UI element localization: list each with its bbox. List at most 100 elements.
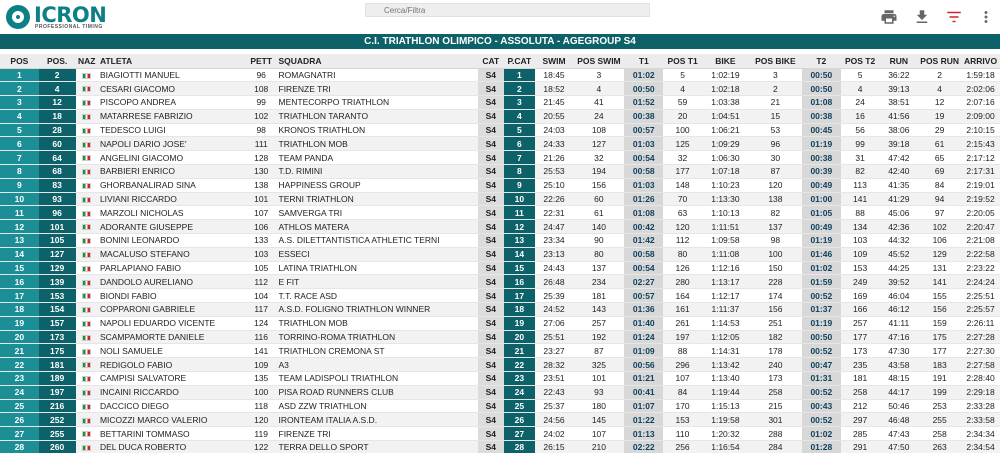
column-header-run[interactable]: RUN xyxy=(879,54,919,69)
table-row[interactable]: 9 83 GHORBANALIRAD SINA 138 HAPPINESS GROUP S… xyxy=(0,178,1000,193)
cell-pos-bike: 100 xyxy=(748,247,802,262)
column-header-bike[interactable]: BIKE xyxy=(701,54,749,69)
column-header-squadra[interactable]: SQUADRA xyxy=(276,54,478,69)
filter-icon[interactable] xyxy=(945,8,963,26)
column-header-pos[interactable]: POS xyxy=(0,54,39,69)
table-row[interactable]: 11 96 MARZOLI NICHOLAS 107 SAMVERGA TRI S4 11 2… xyxy=(0,205,1000,221)
table-row[interactable]: 16 139 DANDOLO AURELIANO 112 E FIT S4 16 26:48 2… xyxy=(0,274,1000,290)
cell-pett: 118 xyxy=(245,399,277,414)
column-header-pos-overall[interactable]: POS. xyxy=(38,54,76,69)
cell-atleta[interactable]: BETTARINI TOMMASO xyxy=(97,426,246,442)
cell-atleta[interactable]: BONINI LEONARDO xyxy=(97,233,246,248)
print-icon[interactable] xyxy=(880,8,898,26)
table-row[interactable]: 17 153 BIONDI FABIO 104 T.T. RACE ASD S4 17 25:… xyxy=(0,288,1000,304)
cell-t2: 01:59 xyxy=(801,274,841,290)
cell-atleta[interactable]: SCAMPAMORTE DANIELE xyxy=(97,330,246,345)
cell-pos-swim: 80 xyxy=(573,247,625,262)
table-row[interactable]: 4 18 MATARRESE FABRIZIO 102 TRIATHLON TARANT… xyxy=(0,109,1000,124)
table-row[interactable]: 14 127 MACALUSO STEFANO 103 ESSECI S4 14 23:13 8… xyxy=(0,247,1000,262)
cell-atleta[interactable]: ANGELINI GIACOMO xyxy=(97,150,246,166)
table-row[interactable]: 3 12 PISCOPO ANDREA 99 MENTECORPO TRIATHLON S… xyxy=(0,95,1000,110)
table-row[interactable]: 13 105 BONINI LEONARDO 133 A.S. DILETTANTIST… xyxy=(0,233,1000,248)
cell-atleta[interactable]: BARBIERI ENRICO xyxy=(97,164,246,179)
table-row[interactable]: 22 181 REDIGOLO FABIO 109 A3 S4 22 28:32 325 00:5… xyxy=(0,357,1000,373)
cell-atleta[interactable]: PARLAPIANO FABIO xyxy=(97,261,246,276)
cell-t2: 01:37 xyxy=(801,302,841,317)
table-row[interactable]: 23 189 CAMPISI SALVATORE 135 TEAM LADISPOLI … xyxy=(0,371,1000,386)
cell-atleta[interactable]: INCAINI RICCARDO xyxy=(97,385,246,400)
table-row[interactable]: 6 60 NAPOLI DARIO JOSE' 111 TRIATHLON MOB S4 6… xyxy=(0,136,1000,152)
column-header-t1[interactable]: T1 xyxy=(624,54,664,69)
column-header-swim[interactable]: SWIM xyxy=(534,54,574,69)
table-row[interactable]: 15 129 PARLAPIANO FABIO 105 LATINA TRIATHLON… xyxy=(0,261,1000,276)
cell-atleta[interactable]: DEL DUCA ROBERTO xyxy=(97,440,246,453)
cell-atleta[interactable]: DANDOLO AURELIANO xyxy=(97,274,246,290)
cell-pcat: 27 xyxy=(504,426,535,442)
table-row[interactable]: 2 4 CESARI GIACOMO 108 FIRENZE TRI S4 2 18:52 4 0… xyxy=(0,81,1000,97)
cell-atleta[interactable]: NAPOLI EDUARDO VICENTE xyxy=(97,316,246,331)
search-input[interactable] xyxy=(365,3,650,17)
table-row[interactable]: 8 68 BARBIERI ENRICO 130 T.D. RIMINI S4 8 25:53… xyxy=(0,164,1000,179)
column-header-atleta[interactable]: ATLETA xyxy=(97,54,246,69)
table-row[interactable]: 24 197 INCAINI RICCARDO 100 PISA ROAD RUNNER… xyxy=(0,385,1000,400)
table-row[interactable]: 1 2 BIAGIOTTI MANUEL 96 ROMAGNATRI S4 1 18:45 3 0… xyxy=(0,68,1000,83)
cell-cat: S4 xyxy=(477,343,505,359)
cell-atleta[interactable]: REDIGOLO FABIO xyxy=(97,357,246,373)
table-row[interactable]: 26 252 MICOZZI MARCO VALERIO 120 IRONTEAM IT… xyxy=(0,412,1000,428)
column-header-naz[interactable]: NAZ xyxy=(75,54,98,69)
cell-atleta[interactable]: CAMPISI SALVATORE xyxy=(97,371,246,386)
column-header-arrivo[interactable]: ARRIVO xyxy=(961,54,1000,69)
cell-pett: 128 xyxy=(245,150,277,166)
cell-atleta[interactable]: COPPARONI GABRIELE xyxy=(97,302,246,317)
cell-atleta[interactable]: NOLI SAMUELE xyxy=(97,343,246,359)
cell-atleta[interactable]: NAPOLI DARIO JOSE' xyxy=(97,136,246,152)
column-header-pos-swim[interactable]: POS SWIM xyxy=(573,54,625,69)
column-header-pett[interactable]: PETT xyxy=(245,54,277,69)
table-row[interactable]: 7 64 ANGELINI GIACOMO 128 TEAM PANDA S4 7 21:26… xyxy=(0,150,1000,166)
cell-pos-swim: 93 xyxy=(573,385,625,400)
brand-logo[interactable]: ICRON PROFESSIONAL TIMING xyxy=(6,3,107,31)
cell-atleta[interactable]: MARZOLI NICHOLAS xyxy=(97,205,246,221)
table-row[interactable]: 19 157 NAPOLI EDUARDO VICENTE 124 TRIATHLON … xyxy=(0,316,1000,331)
table-row[interactable]: 5 28 TEDESCO LUIGI 98 KRONOS TRIATHLON S4 5 24:… xyxy=(0,123,1000,138)
table-row[interactable]: 12 101 ADORANTE GIUSEPPE 106 ATHLOS MATERA S4… xyxy=(0,219,1000,235)
column-header-pcat[interactable]: P.CAT xyxy=(504,54,535,69)
column-header-pos-t2[interactable]: POS T2 xyxy=(840,54,880,69)
table-row[interactable]: 20 173 SCAMPAMORTE DANIELE 116 TORRINO-ROMA … xyxy=(0,330,1000,345)
cell-atleta[interactable]: LIVIANI RICCARDO xyxy=(97,192,246,207)
cell-atleta[interactable]: MATARRESE FABRIZIO xyxy=(97,109,246,124)
table-row[interactable]: 25 216 DACCICO DIEGO 118 ASD ZZW TRIATHLON S4… xyxy=(0,399,1000,414)
menu-icon[interactable] xyxy=(977,8,995,26)
download-icon[interactable] xyxy=(913,8,931,26)
cell-atleta[interactable]: BIAGIOTTI MANUEL xyxy=(97,68,246,83)
cell-pos-swim: 107 xyxy=(573,426,625,442)
column-header-pos-run[interactable]: POS RUN xyxy=(918,54,962,69)
table-row[interactable]: 10 93 LIVIANI RICCARDO 101 TERNI TRIATHLON S4… xyxy=(0,192,1000,207)
column-header-t2[interactable]: T2 xyxy=(801,54,841,69)
column-header-cat[interactable]: CAT xyxy=(477,54,505,69)
cell-pett: 107 xyxy=(245,205,277,221)
column-header-pos-t1[interactable]: POS T1 xyxy=(663,54,702,69)
table-row[interactable]: 27 255 BETTARINI TOMMASO 119 FIRENZE TRI S4 27… xyxy=(0,426,1000,442)
cell-atleta[interactable]: TEDESCO LUIGI xyxy=(97,123,246,138)
column-header-pos-bike[interactable]: POS BIKE xyxy=(748,54,802,69)
cell-atleta[interactable]: CESARI GIACOMO xyxy=(97,81,246,97)
cell-atleta[interactable]: DACCICO DIEGO xyxy=(97,399,246,414)
cell-pos-overall: 189 xyxy=(38,371,76,386)
cell-pos-t2: 5 xyxy=(840,68,880,83)
cell-atleta[interactable]: BIONDI FABIO xyxy=(97,288,246,304)
table-row[interactable]: 28 260 DEL DUCA ROBERTO 122 TERRA DELLO SPOR… xyxy=(0,440,1000,453)
cell-pos: 17 xyxy=(0,288,39,304)
cell-pos: 15 xyxy=(0,261,39,276)
cell-atleta[interactable]: MACALUSO STEFANO xyxy=(97,247,246,262)
cell-atleta[interactable]: PISCOPO ANDREA xyxy=(97,95,246,110)
cell-pos: 24 xyxy=(0,385,39,400)
cell-atleta[interactable]: MICOZZI MARCO VALERIO xyxy=(97,412,246,428)
table-row[interactable]: 21 175 NOLI SAMUELE 141 TRIATHLON CREMONA ST… xyxy=(0,343,1000,359)
cell-bike: 1:13:40 xyxy=(701,371,749,386)
cell-atleta[interactable]: GHORBANALIRAD SINA xyxy=(97,178,246,193)
cell-atleta[interactable]: ADORANTE GIUSEPPE xyxy=(97,219,246,235)
cell-bike: 1:03:38 xyxy=(701,95,749,110)
table-row[interactable]: 18 154 COPPARONI GABRIELE 117 A.S.D. FOLIGNO… xyxy=(0,302,1000,317)
cell-naz xyxy=(75,385,98,400)
